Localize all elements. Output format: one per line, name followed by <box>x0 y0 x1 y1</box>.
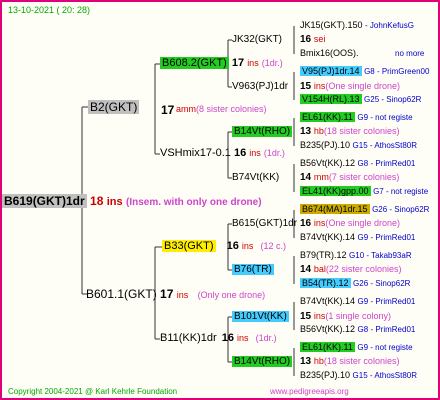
g1-bottom-suffix: ins <box>176 290 189 300</box>
g2-b-gen: 16 <box>233 147 247 159</box>
queen-g4-9[interactable]: B674(MA)1dr.15 G26 - Sinop62R <box>300 204 429 214</box>
queen-g4-16[interactable]: B235(PJ).10 G15 - AthosSt80R <box>300 371 417 380</box>
g3-f-name: B76(TR) <box>232 264 274 275</box>
root-queen[interactable]: B619(GKT)1dr 18 ins (Insem. with only on… <box>2 194 262 208</box>
queen-g3-d[interactable]: B74Vt(KK) <box>232 173 279 183</box>
g3-c-name: B14Vt(RHO) <box>232 126 293 137</box>
queen-g4-6[interactable]: B235(PJ).10 G15 - AthosSt80R <box>300 141 417 150</box>
queen-g1-top[interactable]: B2(GKT) 17 amm (8 sister colonies) <box>88 100 267 116</box>
queen-g3-e[interactable]: B615(GKT)1dr <box>232 219 297 229</box>
queen-g4-15[interactable]: EL61(KK).11 G9 - not registe <box>300 342 413 352</box>
queen-g3-f[interactable]: B76(TR) <box>232 264 274 275</box>
g2-d-suffix: ins <box>237 333 249 343</box>
queen-g3-c-gen: 13 hb(18 sister colonies) <box>300 126 400 137</box>
queen-g3-c[interactable]: B14Vt(RHO) <box>232 126 293 137</box>
g2-b-note: (1dr.) <box>263 148 285 158</box>
root-note: (Insem. with only one drone) <box>125 197 262 208</box>
pedigree-frame: 13-10-2021 ( 20: 28) Copyright 2004-2021… <box>0 0 440 400</box>
queen-g3-e-gen: 16 ins(One single drone) <box>300 218 400 229</box>
g2-a-note: (1dr.) <box>261 58 283 68</box>
queen-g4-11[interactable]: B79(TR).12 G10 - Takab93aR <box>300 251 412 260</box>
g1-top-note: (8 sister colonies) <box>196 104 267 114</box>
queen-g3-b[interactable]: V963(PJ)1dr <box>232 82 288 92</box>
root-suffix: ins <box>106 196 123 208</box>
g3-e-name: B615(GKT)1dr <box>232 218 298 229</box>
queen-g3-f-gen: 14 bal(22 sister colonies) <box>300 264 402 275</box>
g1-bottom-name: B601.1(GKT) <box>86 287 157 301</box>
g1-bottom-note: (Only one drone) <box>197 290 266 300</box>
queen-g2-a[interactable]: B608.2(GKT) 17 ins (1dr.) <box>160 57 283 69</box>
g2-b-suffix: ins <box>249 148 261 158</box>
g2-c-gen: 16 <box>226 240 239 252</box>
root-name: B619(GKT)1dr <box>2 194 87 208</box>
g3-a-name: JK32(GKT) <box>232 34 283 45</box>
g3-h-name: B14Vt(RHO) <box>232 356 293 367</box>
queen-g4-5[interactable]: EL61(KK).11 G9 - not registe <box>300 112 413 122</box>
queen-g3-a-gen: 16 sei <box>300 34 326 45</box>
queen-g4-13[interactable]: B74Vt(KK).14 G9 - PrimRed01 <box>300 297 415 306</box>
copyright-text: Copyright 2004-2021 @ Karl Kehrle Founda… <box>8 387 178 396</box>
queen-g3-g[interactable]: B101Vt(KK) <box>232 311 289 322</box>
queen-g3-b-gen: 15 ins(One single drone) <box>300 81 400 92</box>
queen-g2-d[interactable]: B11(KK)1dr 16 ins (1dr.) <box>160 333 277 344</box>
g3-g-name: B101Vt(KK) <box>232 311 289 322</box>
queen-g2-c[interactable]: B33(GKT) 16 ins (12 c.) <box>162 240 286 252</box>
queen-g3-d-gen: 14 mm(7 sister colonies) <box>300 172 400 183</box>
g2-d-note: (1dr.) <box>255 333 277 343</box>
queen-g3-h[interactable]: B14Vt(RHO) <box>232 356 293 367</box>
queen-g4-3[interactable]: V95(PJ)1dr.14 G8 - PrimGreen00 <box>300 66 429 76</box>
g2-a-suffix: ins <box>247 58 259 68</box>
g3-b-name: V963(PJ)1dr <box>232 81 289 92</box>
queen-g4-2[interactable]: Bmix16(OOS). no more <box>300 49 424 58</box>
queen-g4-4[interactable]: V154H(RL).13 G25 - Sinop62R <box>300 94 421 104</box>
g2-c-name: B33(GKT) <box>162 240 216 252</box>
queen-g4-12[interactable]: B54(TR).12 G26 - Sinop62R <box>300 278 410 288</box>
g3-d-name: B74Vt(KK) <box>232 172 280 183</box>
queen-g3-a[interactable]: JK32(GKT) <box>232 35 282 45</box>
g2-a-gen: 17 <box>231 57 245 69</box>
g2-d-gen: 16 <box>221 332 234 344</box>
queen-g3-h-gen: 13 hb(18 sister colonies) <box>300 356 400 367</box>
queen-g4-10[interactable]: B74Vt(KK).14 G9 - PrimRed01 <box>300 233 415 242</box>
g1-bottom-gen: 17 <box>160 287 174 301</box>
queen-g3-g-gen: 15 ins(1 single colony) <box>300 311 391 322</box>
queen-g4-14[interactable]: B56Vt(KK).12 G8 - PrimRed01 <box>300 325 415 334</box>
g2-b-name: VSHmix17-0.1 <box>160 147 231 159</box>
queen-g1-bottom[interactable]: B601.1(GKT) 17 ins (Only one drone) <box>86 288 265 300</box>
root-gen: 18 <box>90 194 104 208</box>
g2-c-suffix: ins <box>241 241 254 251</box>
queen-g4-1[interactable]: JK15(GKT).150 - JohnKefusG <box>300 21 414 30</box>
date-stamp: 13-10-2021 ( 20: 28) <box>8 5 91 15</box>
footer-url[interactable]: www.pedigreeapis.org <box>270 388 349 396</box>
g1-top-suffix: amm <box>176 104 196 114</box>
queen-g2-b[interactable]: VSHmix17-0.1 16 ins (1dr.) <box>160 148 285 159</box>
g2-d-name: B11(KK)1dr <box>160 332 217 344</box>
queen-g4-8[interactable]: EL41(KK)gpp.00 G7 - not registe <box>300 186 428 196</box>
g1-top-gen: 17 <box>161 103 175 117</box>
g1-top-name: B2(GKT) <box>88 100 140 114</box>
g2-a-name: B608.2(GKT) <box>160 57 229 69</box>
g2-c-note: (12 c.) <box>260 241 286 251</box>
queen-g4-7[interactable]: B56Vt(KK).12 G8 - PrimRed01 <box>300 159 415 168</box>
